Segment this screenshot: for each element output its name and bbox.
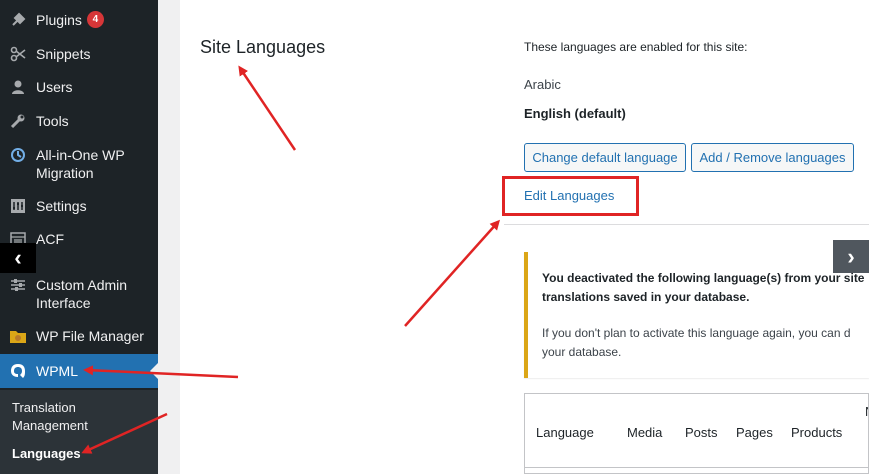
sidebar-item-wp-file-manager[interactable]: WP File Manager bbox=[0, 327, 158, 345]
warning-notice: You deactivated the following language(s… bbox=[524, 252, 869, 378]
sidebar-item-custom-admin-interface[interactable]: Custom Admin Interface bbox=[0, 276, 158, 312]
plugin-icon bbox=[8, 11, 28, 29]
table-row-divider bbox=[525, 467, 868, 468]
sidebar-item-label: ACF bbox=[36, 231, 64, 247]
table-header-pages: Pages bbox=[736, 425, 773, 440]
sidebar-item-plugins[interactable]: Plugins 4 bbox=[0, 11, 158, 29]
sidebar-item-label: Plugins bbox=[36, 12, 82, 28]
table-header-cut: N bbox=[865, 404, 868, 419]
section-divider bbox=[504, 224, 869, 225]
file-manager-icon bbox=[8, 327, 28, 345]
migration-icon bbox=[8, 146, 28, 164]
scissors-icon bbox=[8, 45, 28, 63]
chevron-right-icon: › bbox=[847, 243, 855, 269]
change-default-language-button[interactable]: Change default language bbox=[524, 143, 686, 172]
sidebar-item-wpml[interactable]: WPML bbox=[0, 354, 158, 388]
table-header-media: Media bbox=[627, 425, 663, 440]
user-icon bbox=[8, 78, 28, 96]
wrench-icon bbox=[8, 112, 28, 130]
sidebar-item-label: Custom Admin Interface bbox=[36, 277, 128, 311]
slider-next-button[interactable]: › bbox=[833, 240, 869, 273]
submenu-item-languages[interactable]: Languages bbox=[12, 445, 81, 463]
sidebar-item-label: Users bbox=[36, 79, 73, 95]
sidebar-item-settings[interactable]: Settings bbox=[0, 197, 158, 215]
wpml-icon bbox=[8, 362, 28, 380]
notice-text: If you don't plan to activate this langu… bbox=[542, 326, 851, 359]
wpml-submenu: Translation Management Languages bbox=[0, 390, 158, 474]
sidebar-item-label: Tools bbox=[36, 113, 69, 129]
annotation-highlight-box bbox=[502, 176, 639, 216]
language-item: Arabic bbox=[524, 77, 561, 92]
table-header-language: Language bbox=[536, 425, 594, 440]
notice-heading: You deactivated the following language(s… bbox=[542, 271, 865, 304]
sidebar-item-all-in-one-wp-migration[interactable]: All-in-One WP Migration bbox=[0, 146, 158, 182]
table-header-products: Products bbox=[791, 425, 843, 440]
admin-sidebar: Plugins 4 Snippets Users Tools All-in-One… bbox=[0, 0, 158, 474]
submenu-item-translation-management[interactable]: Translation Management bbox=[12, 399, 132, 435]
slider-prev-button[interactable]: ‹ bbox=[0, 243, 36, 273]
chevron-left-icon: ‹ bbox=[14, 245, 22, 270]
settings-icon bbox=[8, 197, 28, 215]
language-item-default: English (default) bbox=[524, 106, 626, 121]
sliders-icon bbox=[8, 276, 28, 294]
add-remove-languages-button[interactable]: Add / Remove languages bbox=[691, 143, 854, 172]
enabled-languages-intro: These languages are enabled for this sit… bbox=[524, 40, 748, 54]
sidebar-item-snippets[interactable]: Snippets bbox=[0, 45, 158, 63]
sidebar-item-label: Settings bbox=[36, 198, 87, 214]
sidebar-item-label: WP File Manager bbox=[36, 328, 144, 344]
update-count-badge: 4 bbox=[86, 11, 104, 28]
table-header-posts: Posts bbox=[685, 425, 718, 440]
main-content: Site Languages These languages are enabl… bbox=[180, 0, 869, 474]
sidebar-item-label: Snippets bbox=[36, 46, 91, 62]
sidebar-item-users[interactable]: Users bbox=[0, 78, 158, 96]
sidebar-item-label: All-in-One WP Migration bbox=[36, 147, 125, 181]
sidebar-item-tools[interactable]: Tools bbox=[0, 112, 158, 130]
language-stats-table: N Language Media Posts Pages Products bbox=[524, 393, 869, 474]
page-title: Site Languages bbox=[200, 37, 326, 57]
sidebar-item-label: WPML bbox=[36, 363, 78, 379]
